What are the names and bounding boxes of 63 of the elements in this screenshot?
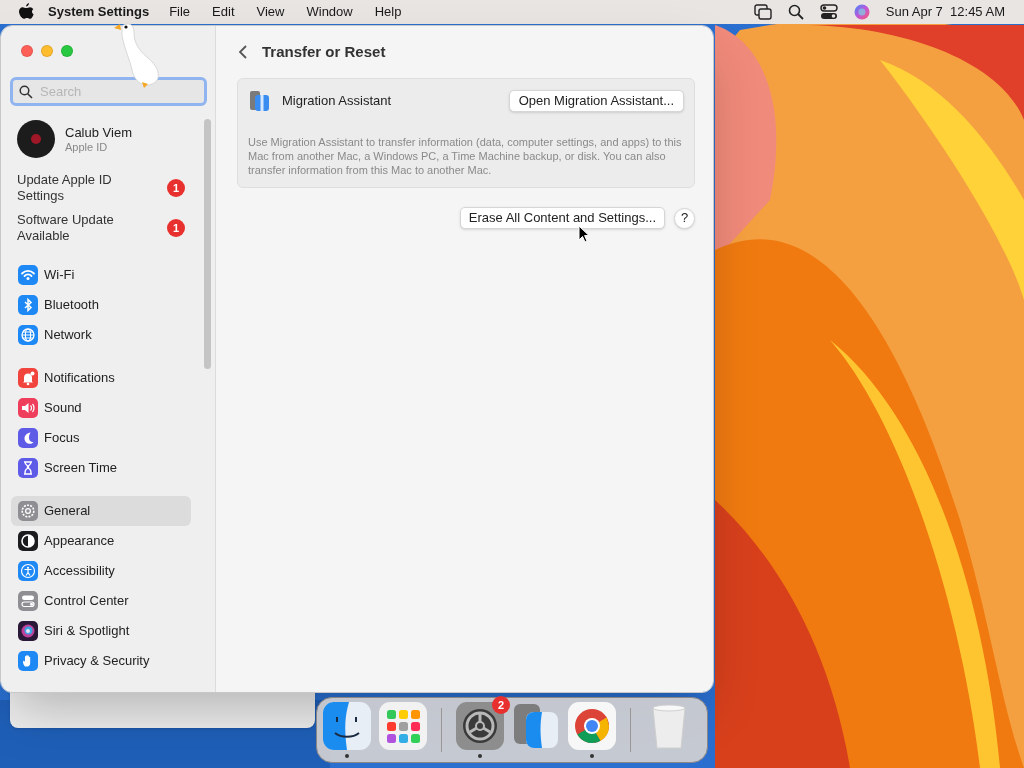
chrome-icon[interactable] (568, 702, 616, 750)
siri-icon[interactable] (853, 4, 870, 20)
sidebar-item[interactable]: Sound (11, 393, 191, 423)
page-title: Transfer or Reset (262, 41, 386, 62)
account-subtitle: Apple ID (65, 139, 109, 154)
menu-item[interactable]: Edit (212, 2, 235, 22)
launchpad-icon[interactable] (379, 702, 427, 750)
help-button[interactable]: ? (674, 207, 695, 229)
bluetooth-icon (18, 295, 38, 315)
notice-link[interactable]: Update Apple ID Settings (17, 172, 137, 204)
app-menu[interactable]: System Settings (48, 2, 150, 22)
sidebar-item[interactable]: Control Center (11, 586, 191, 616)
avatar (17, 120, 55, 158)
gear-icon[interactable] (456, 702, 504, 750)
erase-all-button[interactable]: Erase All Content and Settings... (459, 207, 665, 229)
notice-link[interactable]: Software Update Available (17, 212, 137, 244)
toggles-icon[interactable] (819, 4, 838, 20)
sidebar-item[interactable]: Screen Time (11, 453, 191, 483)
sidebar-item[interactable]: Bluetooth (11, 290, 191, 320)
speaker-icon (18, 398, 38, 418)
bell-icon (18, 368, 38, 388)
menu-item[interactable]: File (169, 2, 191, 22)
hourglass-icon (18, 458, 38, 478)
globe-icon (18, 325, 38, 345)
clock[interactable]: Sun Apr 7 12:45 AM (885, 2, 1005, 22)
sidebar-item[interactable]: Siri & Spotlight (11, 616, 191, 646)
sidebar-item[interactable]: Network (11, 320, 191, 350)
notification-badge: 1 (167, 179, 185, 197)
open-migration-assistant-button[interactable]: Open Migration Assistant... (508, 90, 684, 112)
windows-icon[interactable] (753, 4, 772, 20)
moon-icon (18, 428, 38, 448)
account-name[interactable]: Calub Viem (65, 124, 132, 140)
migration-assistant-icon[interactable] (512, 702, 560, 750)
sidebar-item[interactable]: Appearance (11, 526, 191, 556)
gear-icon (18, 501, 38, 521)
toggles-icon (18, 591, 38, 611)
notification-badge: 2 (492, 696, 510, 714)
description-text: Use Migration Assistant to transfer information (data, computer settings, and apps) to this Mac from another Mac, a Windows PC, a Time Machine backup, or disk. You can also transfer information from this Mac to another Mac. (247, 135, 683, 178)
sidebar-item[interactable]: Focus (11, 423, 191, 453)
hand-icon (18, 651, 38, 671)
close-button[interactable] (21, 45, 33, 57)
menu-item[interactable]: View (256, 2, 285, 22)
menu-item[interactable]: Help (374, 2, 402, 22)
apple-logo-icon[interactable] (18, 3, 34, 21)
sidebar-item[interactable]: Privacy & Security (11, 646, 191, 676)
sidebar-item[interactable]: Notifications (11, 363, 191, 393)
orb-icon (18, 621, 38, 641)
contrast-icon (18, 531, 38, 551)
menu-item[interactable]: Window (306, 2, 353, 22)
sidebar-item[interactable]: General (11, 496, 191, 526)
notification-badge: 1 (167, 219, 185, 237)
back-button[interactable] (238, 44, 248, 60)
section-title: Migration Assistant (282, 92, 393, 111)
cursor-icon (578, 225, 590, 243)
finder-icon[interactable] (323, 702, 371, 750)
sidebar-item[interactable]: Wi-Fi (11, 260, 191, 290)
zoom-button[interactable] (61, 45, 73, 57)
accessibility-icon (18, 561, 38, 581)
migration-assistant-icon (248, 88, 272, 114)
sidebar-item[interactable]: Accessibility (11, 556, 191, 586)
wifi-icon (18, 265, 38, 285)
scrollbar[interactable] (204, 119, 211, 369)
search-icon[interactable] (787, 4, 804, 20)
